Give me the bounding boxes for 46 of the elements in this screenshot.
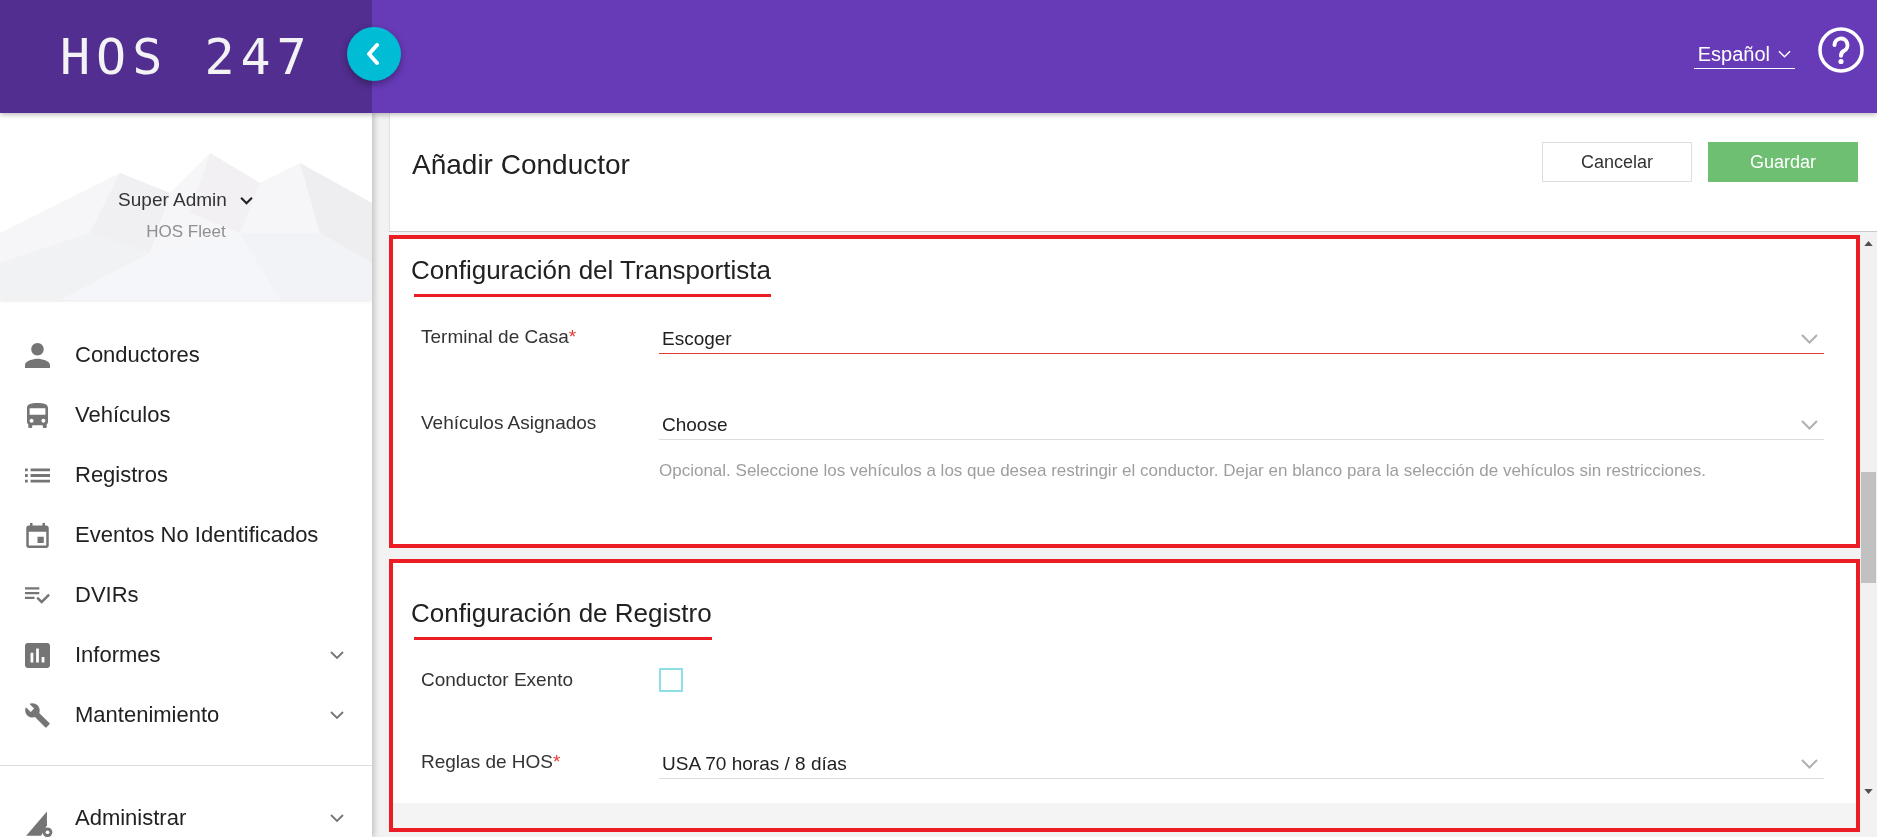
sidebar-item[interactable]: Registros — [0, 445, 372, 505]
sidebar-item[interactable]: Administrar — [0, 788, 372, 837]
sidebar-item[interactable]: Vehículos — [0, 385, 372, 445]
cancel-button[interactable]: Cancelar — [1542, 142, 1692, 182]
field-label: Vehículos Asignados — [421, 412, 597, 433]
field-label: Reglas de HOS — [421, 751, 553, 772]
chevron-down-icon — [330, 711, 344, 719]
organization-name: HOS Fleet — [146, 221, 226, 243]
select-field[interactable]: USA 70 horas / 8 días — [659, 749, 1824, 779]
bus-icon — [25, 402, 50, 428]
app-logo: HOS 247 — [60, 31, 313, 82]
sidebar-item[interactable]: Conductores — [0, 325, 372, 385]
person-icon — [25, 342, 50, 368]
chevron-down-icon — [330, 651, 344, 659]
wrench-icon — [25, 702, 50, 728]
sidebar-item[interactable]: Informes — [0, 625, 372, 685]
field-hint: Opcional. Seleccione los vehículos a los que desea restringir el conductor. Dejar en blanco para la selección de vehículos sin restricciones. — [659, 460, 1708, 482]
checkbox[interactable] — [659, 668, 683, 692]
section-heading: Configuración del Transportista — [411, 254, 771, 286]
chevron-down-icon — [238, 195, 254, 205]
chevron-down-icon — [330, 814, 344, 822]
chevron-left-icon — [365, 43, 380, 65]
sidebar-item[interactable]: Mantenimiento — [0, 685, 372, 745]
field-label: Conductor Exento — [421, 669, 574, 690]
scroll-up-arrow-icon[interactable] — [1864, 241, 1873, 246]
page-title: Añadir Conductor — [412, 148, 630, 182]
collapse-sidebar-button[interactable] — [347, 27, 401, 81]
chevron-down-icon — [1801, 758, 1818, 769]
required-mark: * — [568, 326, 577, 347]
user-menu-button[interactable]: Super Admin — [118, 187, 254, 213]
sidebar-item[interactable]: DVIRs — [0, 565, 372, 625]
scrollbar-thumb[interactable] — [1861, 472, 1876, 583]
chevron-down-icon — [1801, 419, 1818, 430]
bar-chart-icon — [25, 642, 50, 668]
section-heading: Configuración de Registro — [411, 597, 712, 629]
select-field[interactable]: Escoger — [659, 324, 1824, 354]
field-label: Terminal de Casa — [421, 326, 569, 347]
sidebar-item[interactable]: Eventos No Identificados — [0, 505, 372, 565]
required-mark: * — [553, 751, 561, 772]
chevron-down-icon — [1801, 333, 1818, 344]
language-select[interactable]: Español — [1693, 42, 1795, 69]
scroll-down-arrow-icon[interactable] — [1864, 789, 1873, 794]
select-field[interactable]: Choose — [659, 410, 1824, 440]
chevron-down-icon — [1778, 50, 1791, 58]
help-icon[interactable] — [1818, 27, 1864, 73]
calendar-icon — [25, 522, 50, 548]
